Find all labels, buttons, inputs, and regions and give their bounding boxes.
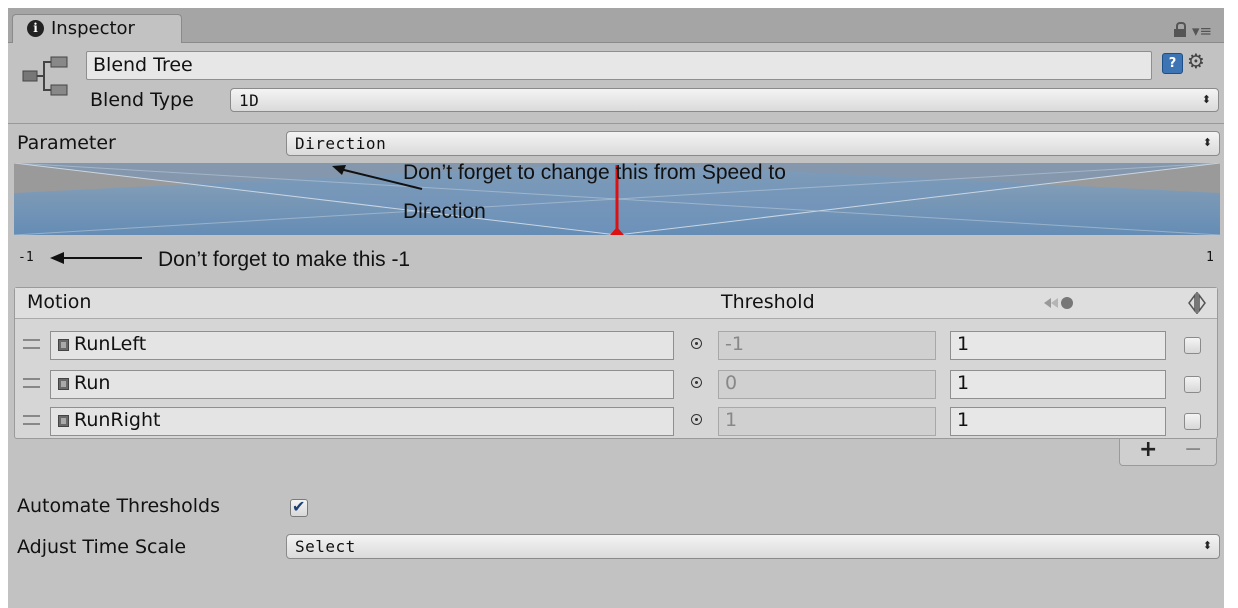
motion-header: Motion <box>27 291 92 313</box>
automate-thresholds-label: Automate Thresholds <box>17 495 220 517</box>
table-header: Motion Threshold <box>15 288 1217 319</box>
threshold-field[interactable]: 0 <box>718 370 936 399</box>
annotation-parameter-line1: Don’t forget to change this from Speed t… <box>403 161 786 184</box>
parameter-dropdown[interactable]: Direction ⬍ <box>286 131 1220 156</box>
lock-icon[interactable] <box>1174 22 1186 37</box>
motion-value: Run <box>74 372 111 394</box>
adjust-time-scale-value: Select <box>295 537 356 556</box>
threshold-value: 1 <box>725 409 738 431</box>
range-min[interactable]: -1 <box>18 250 34 265</box>
blend-type-value: 1D <box>239 91 260 110</box>
threshold-value: -1 <box>725 333 744 355</box>
mirror-icon <box>1188 292 1206 314</box>
add-remove-toolbar: + − <box>1119 437 1217 466</box>
table-row[interactable]: RunRight 1 1 <box>15 402 1217 440</box>
table-row[interactable]: Run 0 1 <box>15 365 1217 403</box>
annotation-arrow <box>50 252 142 264</box>
range-max[interactable]: 1 <box>1206 250 1214 265</box>
object-picker-icon[interactable] <box>691 338 702 349</box>
tab-bar: i Inspector ▾≡ <box>8 8 1224 43</box>
object-picker-icon[interactable] <box>691 377 702 388</box>
speed-icon <box>1044 297 1073 309</box>
automate-thresholds-checkbox[interactable]: ✔ <box>290 497 308 517</box>
threshold-header: Threshold <box>721 291 815 313</box>
motion-field[interactable]: RunLeft <box>50 331 674 360</box>
parameter-label: Parameter <box>17 132 116 154</box>
table-row[interactable]: RunLeft -1 1 <box>15 326 1217 364</box>
blend-type-label: Blend Type <box>90 89 194 111</box>
remove-button[interactable]: − <box>1184 437 1202 462</box>
drag-handle-icon[interactable] <box>23 415 40 425</box>
help-icon[interactable]: ? <box>1162 53 1183 74</box>
threshold-value: 0 <box>725 372 738 394</box>
tab-inspector[interactable]: i Inspector <box>12 14 182 43</box>
speed-field[interactable]: 1 <box>950 407 1166 436</box>
adjust-time-scale-dropdown[interactable]: Select ⬍ <box>286 534 1220 559</box>
dropdown-arrow-icon: ⬍ <box>1202 539 1212 552</box>
threshold-field[interactable]: -1 <box>718 331 936 360</box>
motion-field[interactable]: Run <box>50 370 674 399</box>
tab-label: Inspector <box>51 18 135 39</box>
context-menu-icon[interactable]: ▾≡ <box>1192 22 1212 40</box>
animation-clip-icon <box>58 378 69 390</box>
parameter-value: Direction <box>295 134 387 153</box>
dropdown-arrow-icon: ⬍ <box>1202 136 1212 149</box>
object-picker-icon[interactable] <box>691 414 702 425</box>
motion-table: Motion Threshold RunLeft -1 1 Run 0 1 Ru… <box>14 287 1218 439</box>
speed-field[interactable]: 1 <box>950 370 1166 399</box>
drag-handle-icon[interactable] <box>23 378 40 388</box>
inspector-window: i Inspector ▾≡ Blend Tree ? ⚙ Blend Type… <box>8 8 1224 608</box>
animation-clip-icon <box>58 339 69 351</box>
motion-field[interactable]: RunRight <box>50 407 674 436</box>
animation-clip-icon <box>58 415 69 427</box>
blend-tree-icon <box>22 56 68 96</box>
motion-value: RunLeft <box>74 333 147 355</box>
annotation-min: Don’t forget to make this -1 <box>158 248 411 271</box>
annotation-parameter-line2: Direction <box>403 200 486 223</box>
drag-handle-icon[interactable] <box>23 339 40 349</box>
gear-icon[interactable]: ⚙ <box>1187 49 1205 73</box>
threshold-field[interactable]: 1 <box>718 407 936 436</box>
divider <box>8 123 1224 124</box>
blend-type-dropdown[interactable]: 1D ⬍ <box>230 88 1219 112</box>
mirror-checkbox[interactable] <box>1184 376 1201 393</box>
motion-value: RunRight <box>74 409 161 431</box>
speed-value: 1 <box>957 333 970 355</box>
mirror-checkbox[interactable] <box>1184 337 1201 354</box>
name-value: Blend Tree <box>93 54 193 76</box>
info-icon: i <box>27 20 44 37</box>
add-button[interactable]: + <box>1139 437 1157 462</box>
speed-value: 1 <box>957 409 970 431</box>
name-field[interactable]: Blend Tree <box>86 51 1152 80</box>
dropdown-arrow-icon: ⬍ <box>1201 93 1211 106</box>
adjust-time-scale-label: Adjust Time Scale <box>17 536 187 558</box>
checkmark-icon: ✔ <box>292 497 306 516</box>
speed-value: 1 <box>957 372 970 394</box>
mirror-checkbox[interactable] <box>1184 413 1201 430</box>
speed-field[interactable]: 1 <box>950 331 1166 360</box>
